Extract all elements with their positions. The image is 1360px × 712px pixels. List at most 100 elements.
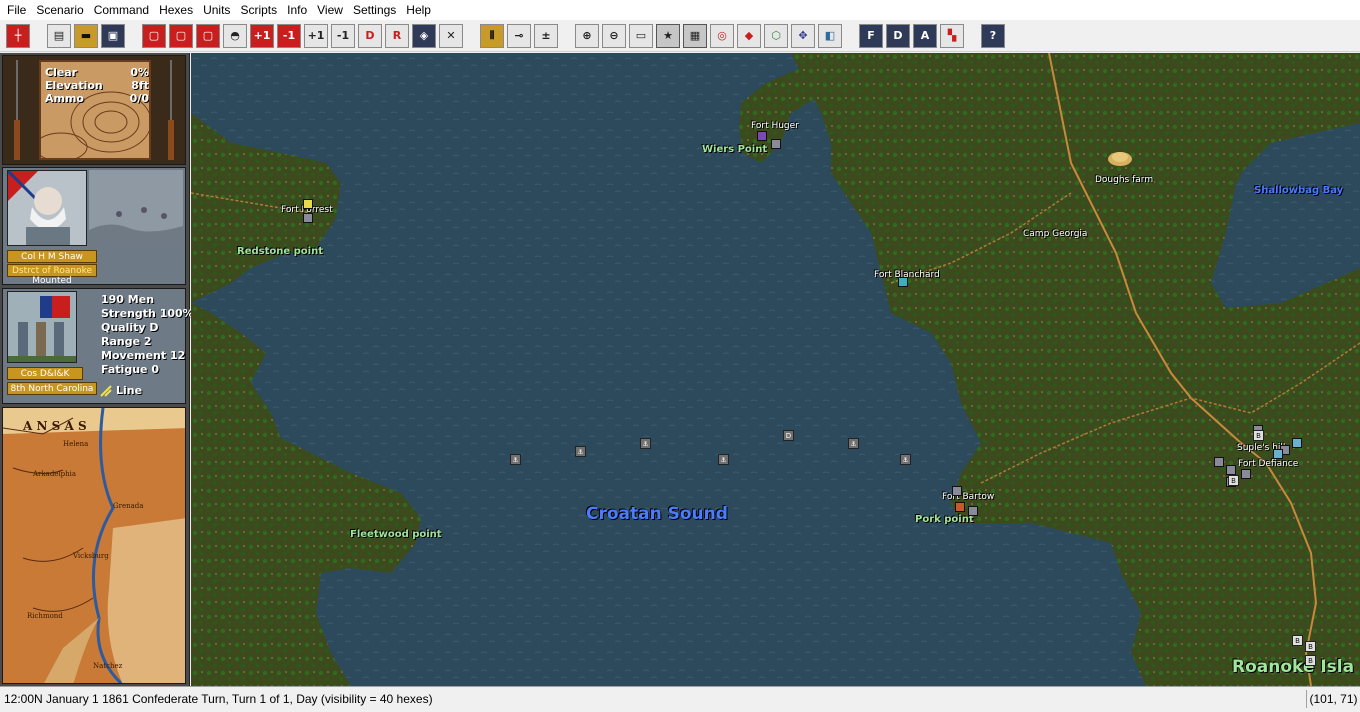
strategic-minimap[interactable]: A N S A S Helena Arkadelphia Grenada Vic…: [2, 407, 186, 684]
obstruction-marker[interactable]: D: [783, 430, 794, 441]
help-button[interactable]: ?: [981, 23, 1005, 48]
crosshair-button[interactable]: ┼: [6, 23, 30, 48]
zoom-in-button[interactable]: ⊕: [575, 23, 599, 48]
terrain-value: 8ft: [131, 79, 149, 92]
d-box-icon: D: [893, 29, 903, 42]
obstruction-marker[interactable]: ⚓: [640, 438, 651, 449]
shield-button[interactable]: ◈: [412, 23, 436, 48]
status-text: 12:00N January 1 1861 Confederate Turn, …: [4, 692, 433, 706]
flags-button[interactable]: ▚: [940, 23, 964, 48]
unit-counter[interactable]: [303, 199, 313, 209]
unit-panel[interactable]: Cos D&I&K 8th North Carolina 190 Men Str…: [2, 288, 194, 404]
unit-counter[interactable]: [968, 506, 978, 516]
monitor-button[interactable]: ▭: [629, 23, 653, 48]
unit-counter[interactable]: [1226, 465, 1236, 475]
r-icon: R: [392, 29, 402, 42]
red-toggle-1-button[interactable]: ▢: [142, 23, 166, 48]
obstruction-marker[interactable]: ⚓: [718, 454, 729, 465]
map-label-shallowbag-bay: Shallowbag Bay: [1254, 185, 1344, 196]
red-toggle-2-button[interactable]: ▢: [169, 23, 193, 48]
zoom-out-button[interactable]: ⊖: [602, 23, 626, 48]
map-button[interactable]: ◧: [818, 23, 842, 48]
r-button[interactable]: R: [385, 23, 409, 48]
terrain-info-panel: Clear 0% Elevation 8ft Ammo 0/0: [2, 55, 186, 165]
b-counter[interactable]: B: [1292, 635, 1303, 646]
a-icon: A: [920, 29, 930, 42]
menu-info[interactable]: Info: [282, 0, 312, 20]
move-icon: ✥: [798, 29, 808, 42]
b-counter[interactable]: B: [1253, 430, 1264, 441]
b-counter[interactable]: B: [1305, 641, 1316, 652]
unit-stat-movement: Movement 12: [101, 349, 186, 362]
star-button[interactable]: ★: [656, 23, 680, 48]
svg-text:Helena: Helena: [63, 440, 88, 448]
red-toggle-3-button[interactable]: ▢: [196, 23, 220, 48]
menu-settings[interactable]: Settings: [348, 0, 401, 20]
b-counter[interactable]: B: [1305, 655, 1316, 666]
minus-one-red-icon: -1: [282, 29, 296, 42]
b-counter[interactable]: B: [1228, 475, 1239, 486]
menu-file[interactable]: File: [2, 0, 31, 20]
cannon-button[interactable]: ⊸: [507, 23, 531, 48]
terrain-label: Clear: [45, 66, 78, 79]
new-button[interactable]: ▤: [47, 23, 71, 48]
map-icon: ◧: [824, 29, 836, 42]
unit-counter[interactable]: [898, 277, 908, 287]
hexagon-button[interactable]: ⬡: [764, 23, 788, 48]
map-label-wiers-point: Wiers Point: [702, 144, 768, 155]
stripes-icon: ⦀: [489, 28, 495, 42]
obstruction-marker[interactable]: ⚓: [848, 438, 859, 449]
minus-one-button[interactable]: -1: [331, 23, 355, 48]
open-button[interactable]: ▬: [74, 23, 98, 48]
d-box-button[interactable]: D: [886, 23, 910, 48]
plus-one-red-button[interactable]: +1: [250, 23, 274, 48]
menu-hexes[interactable]: Hexes: [154, 0, 198, 20]
unit-counter[interactable]: [1241, 469, 1251, 479]
hex-map-view[interactable]: Fort Huger Wiers Point Fort Forrest Reds…: [191, 53, 1360, 686]
unit-stat-strength: Strength 100%: [101, 307, 194, 320]
close-button[interactable]: ✕: [439, 23, 463, 48]
save-button[interactable]: ▣: [101, 23, 125, 48]
leader-panel[interactable]: Col H M Shaw Dstrct of Roanoke Mounted: [2, 167, 186, 286]
obstruction-marker[interactable]: ⚓: [900, 454, 911, 465]
minus-one-icon: -1: [336, 29, 350, 42]
helmet-button[interactable]: ◓: [223, 23, 247, 48]
red-toggle-3-icon: ▢: [202, 29, 214, 42]
unit-counter[interactable]: [303, 213, 313, 223]
menu-view[interactable]: View: [312, 0, 348, 20]
menu-help[interactable]: Help: [401, 0, 436, 20]
a-button[interactable]: A: [913, 23, 937, 48]
menu-units[interactable]: Units: [198, 0, 235, 20]
unit-counter[interactable]: [952, 486, 962, 496]
unit-counter[interactable]: [1214, 457, 1224, 467]
menu-scripts[interactable]: Scripts: [235, 0, 282, 20]
leader-name-label: Col H M Shaw: [7, 250, 97, 263]
minus-one-red-button[interactable]: -1: [277, 23, 301, 48]
move-button[interactable]: ✥: [791, 23, 815, 48]
grid-button[interactable]: ▦: [683, 23, 707, 48]
diamond-button[interactable]: ◆: [737, 23, 761, 48]
map-label-camp-georgia: Camp Georgia: [1023, 229, 1088, 239]
obstruction-marker[interactable]: ⚓: [510, 454, 521, 465]
toolbar: ┼ ▤ ▬ ▣ ▢ ▢ ▢ ◓ +1 -1 +1 -1 D R ◈ ✕ ⦀ ⊸ …: [0, 20, 1360, 52]
diamond-icon: ◆: [744, 29, 754, 42]
d-icon: D: [365, 29, 375, 42]
help-icon: ?: [989, 29, 997, 42]
unit-counter[interactable]: [1273, 449, 1283, 459]
unit-counter[interactable]: [955, 502, 965, 512]
target-button[interactable]: ◎: [710, 23, 734, 48]
unit-counter[interactable]: [757, 131, 767, 141]
plus-list-button[interactable]: ±: [534, 23, 558, 48]
monitor-icon: ▭: [635, 29, 647, 42]
unit-stat-range: Range 2: [101, 335, 152, 348]
obstruction-marker[interactable]: ⚓: [575, 446, 586, 457]
terrain-value: 0/0: [129, 92, 149, 105]
d-button[interactable]: D: [358, 23, 382, 48]
unit-counter[interactable]: [771, 139, 781, 149]
unit-counter[interactable]: [1292, 438, 1302, 448]
menu-command[interactable]: Command: [89, 0, 154, 20]
f-button[interactable]: F: [859, 23, 883, 48]
stripes-button[interactable]: ⦀: [480, 23, 504, 48]
plus-one-button[interactable]: +1: [304, 23, 328, 48]
menu-scenario[interactable]: Scenario: [31, 0, 88, 20]
